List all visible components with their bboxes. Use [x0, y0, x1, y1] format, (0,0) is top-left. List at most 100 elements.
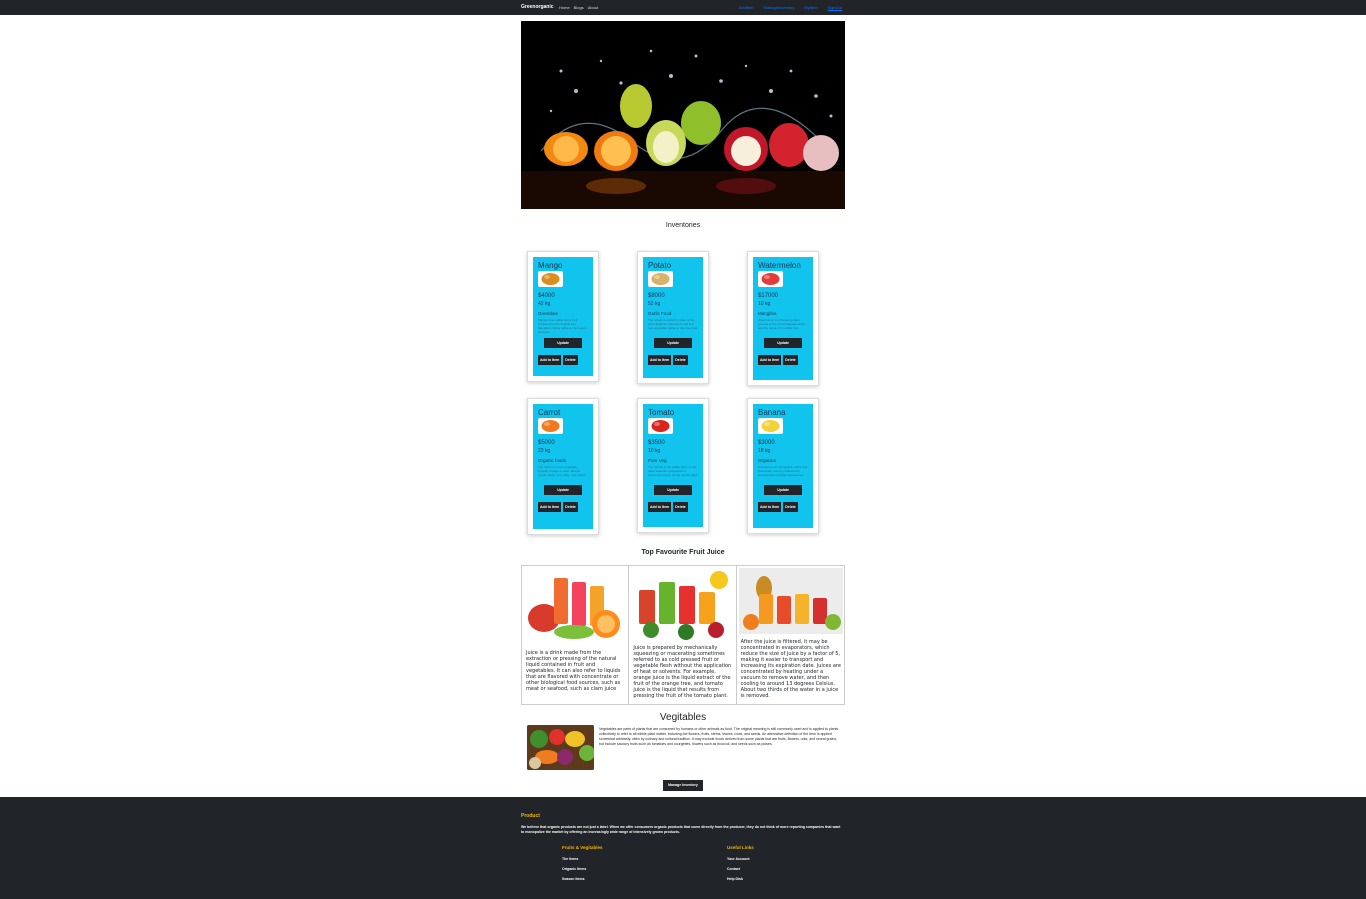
- item-price: $17000: [758, 293, 779, 299]
- item-supplier: Garlic Food: [648, 311, 672, 316]
- juice-cell-3: After the juice is filtered, it may be c…: [737, 566, 844, 704]
- footer-link-the-items[interactable]: The Items: [562, 857, 603, 861]
- item-supplier: Organics: [758, 458, 777, 463]
- item-description: A banana is an elongated, edible fruit b…: [758, 465, 808, 477]
- nav-myitem-link[interactable]: MyItem: [804, 5, 817, 10]
- item-supplier: Pure Veg: [648, 458, 667, 463]
- item-actions: Add to Item Delete: [758, 355, 808, 365]
- item-image: [758, 271, 783, 287]
- item-description: Mango is an edible stone fruit produced …: [538, 318, 587, 334]
- delete-button[interactable]: Delete: [673, 502, 688, 512]
- update-button[interactable]: Update: [544, 485, 582, 495]
- delete-button[interactable]: Delete: [783, 502, 798, 512]
- manage-inventory-button[interactable]: Manage Inventory: [663, 780, 703, 791]
- nav-additem-link[interactable]: AddItem: [739, 5, 754, 10]
- footer-link-help-disk[interactable]: Help Disk: [727, 877, 754, 881]
- item-actions: Add to Item Delete: [758, 502, 808, 512]
- update-button[interactable]: Update: [654, 485, 692, 495]
- item-description: Watermelon is a flowering plant species …: [758, 318, 806, 330]
- delete-button[interactable]: Delete: [563, 502, 578, 512]
- inventory-card-body: Watermelon $17000 10 kg Mangifea Waterme…: [753, 257, 813, 380]
- item-quantity: 10 kg: [758, 301, 771, 307]
- item-quantity: 18 kg: [758, 448, 771, 454]
- footer-link-your-account[interactable]: Your Account: [727, 857, 754, 861]
- item-description: The carrot is a root vegetable typically…: [538, 465, 586, 477]
- add-to-item-button[interactable]: Add to Item: [758, 355, 782, 365]
- juice-text-1: Juice is a drink made from the extractio…: [526, 650, 621, 692]
- vegetables-image: [527, 725, 594, 770]
- footer-column-fruits: Fruits & Vegitables The Items Origanic I…: [562, 845, 603, 887]
- delete-button[interactable]: Delete: [563, 355, 578, 365]
- item-image: [648, 271, 673, 287]
- inventory-card-body: Tomato $3500 10 kg Pure Veg The tomato i…: [643, 404, 703, 527]
- banner-carousel[interactable]: [521, 21, 845, 209]
- juice-text-3: After the juice is filtered, it may be c…: [740, 639, 841, 699]
- nav-manageinventory-link[interactable]: ManageInventory: [764, 5, 795, 10]
- juice-cell-2: Juice is prepared by mechanically squeez…: [629, 566, 737, 704]
- item-description: The potato is a starchy tuber of the pla…: [648, 318, 698, 330]
- update-button[interactable]: Update: [654, 338, 692, 348]
- item-supplier: Greenbee: [538, 311, 559, 316]
- delete-button[interactable]: Delete: [673, 355, 688, 365]
- inventory-card: Potato $8000 52 kg Garlic Food The potat…: [637, 251, 709, 384]
- inventory-card: Tomato $3500 10 kg Pure Veg The tomato i…: [637, 398, 709, 533]
- nav-blogs-link[interactable]: Blogs: [574, 5, 584, 10]
- inventory-card-body: Banana $3000 18 kg Organics A banana is …: [753, 404, 813, 528]
- top-navbar: Greenorganic Home Blogs About AddItem Ma…: [0, 0, 1366, 15]
- item-price: $4000: [538, 293, 555, 299]
- vegetables-title: Vegitables: [659, 712, 707, 723]
- item-price: $5000: [538, 440, 555, 446]
- footer-link-origanic-items[interactable]: Origanic Items: [562, 867, 603, 871]
- item-actions: Add to Item Delete: [648, 355, 698, 365]
- inventories-title: Inventories: [665, 222, 701, 229]
- item-name: Potato: [648, 261, 672, 270]
- item-quantity: 42 kg: [538, 301, 551, 307]
- item-name: Carrot: [538, 408, 561, 417]
- nav-left-links: Home Blogs About: [559, 5, 598, 10]
- item-image: [538, 271, 563, 287]
- item-quantity: 10 kg: [648, 448, 661, 454]
- juice-image-3: [738, 568, 843, 634]
- juice-image-2: [631, 568, 736, 642]
- footer-fruits-heading: Fruits & Vegitables: [562, 845, 603, 850]
- inventory-card-body: Carrot $5000 23 kg Organic foods The car…: [533, 404, 593, 529]
- footer-description: We believe that organic products are not…: [521, 825, 841, 834]
- footer-link-season-items[interactable]: Season Items: [562, 877, 603, 881]
- add-to-item-button[interactable]: Add to Item: [648, 355, 672, 365]
- update-button[interactable]: Update: [764, 338, 802, 348]
- item-actions: Add to Item Delete: [538, 355, 588, 365]
- update-button[interactable]: Update: [764, 485, 802, 495]
- item-quantity: 52 kg: [648, 301, 661, 307]
- add-to-item-button[interactable]: Add to Item: [758, 502, 782, 512]
- item-quantity: 23 kg: [538, 448, 551, 454]
- juice-table: Juice is a drink made from the extractio…: [521, 565, 845, 705]
- footer-link-contact[interactable]: Contact: [727, 867, 754, 871]
- delete-button[interactable]: Delete: [783, 355, 798, 365]
- nav-about-link[interactable]: About: [588, 5, 598, 10]
- vegetables-description: Vegetables are parts of plants that are …: [599, 727, 839, 746]
- item-actions: Add to Item Delete: [538, 502, 588, 512]
- inventory-card-body: Potato $8000 52 kg Garlic Food The potat…: [643, 257, 703, 378]
- update-button[interactable]: Update: [544, 338, 582, 348]
- nav-home-link[interactable]: Home: [559, 5, 570, 10]
- item-name: Mango: [538, 261, 563, 270]
- brand-logo[interactable]: Greenorganic: [521, 4, 554, 10]
- footer-column-useful-links: Useful Links Your Account Contact Help D…: [727, 845, 754, 887]
- inventory-card: Banana $3000 18 kg Organics A banana is …: [747, 398, 819, 534]
- nav-signout-link[interactable]: SignOut: [828, 5, 842, 10]
- item-image: [648, 418, 673, 434]
- item-actions: Add to Item Delete: [648, 502, 698, 512]
- add-to-item-button[interactable]: Add to Item: [538, 355, 562, 365]
- item-image: [538, 418, 563, 434]
- footer-useful-links-heading: Useful Links: [727, 845, 754, 850]
- banner-fruit-splash-image: [521, 21, 845, 209]
- add-to-item-button[interactable]: Add to Item: [648, 502, 672, 512]
- juice-text-2: Juice is prepared by mechanically squeez…: [633, 645, 732, 699]
- inventory-card: Watermelon $17000 10 kg Mangifea Waterme…: [747, 251, 819, 386]
- item-name: Tomato: [648, 408, 675, 417]
- item-description: The tomato is the edible berry of the pl…: [648, 465, 698, 477]
- add-to-item-button[interactable]: Add to Item: [538, 502, 562, 512]
- inventory-card-body: Mango $4000 42 kg Greenbee Mango is an e…: [533, 257, 593, 376]
- footer-product-title: Product: [521, 813, 540, 819]
- footer: Product We believe that organic products…: [0, 797, 1366, 899]
